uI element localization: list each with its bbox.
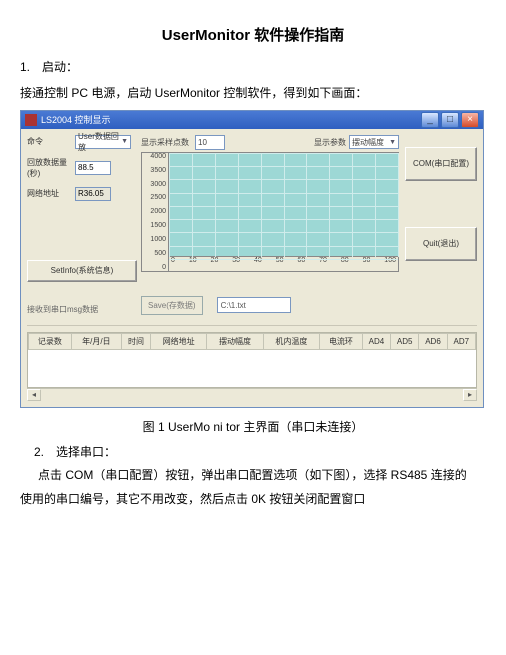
grid-line-v (329, 153, 330, 257)
y-tick: 500 (154, 250, 166, 257)
chevron-down-icon: ▼ (389, 139, 396, 146)
doc-title: UserMonitor 软件操作指南 (0, 24, 506, 45)
step2-header: 2. 选择串口： (34, 443, 486, 460)
chart-panel: 显示采样点数 10 显示参数 摆动幅度 ▼ 4000 3500 3000 2500 20… (141, 135, 399, 315)
y-tick: 2000 (150, 208, 166, 215)
chart-plot: 0102030405060708090100 (169, 153, 398, 271)
grid-line-v (352, 153, 353, 257)
scroll-right-button[interactable]: ▸ (463, 389, 477, 401)
playback-count-input[interactable] (75, 161, 111, 175)
grid-line-v (375, 153, 376, 257)
display-param-value: 摆动幅度 (352, 137, 384, 148)
quit-button[interactable]: Quit(退出) (405, 227, 477, 261)
table-header-cell: AD6 (419, 333, 447, 349)
samples-value: 10 (198, 138, 207, 147)
scroll-left-button[interactable]: ◂ (27, 389, 41, 401)
grid-line-v (284, 153, 285, 257)
window-title: LS2004 控制显示 (41, 113, 111, 126)
grid-line-v (169, 153, 170, 257)
table-header-cell: AD5 (391, 333, 419, 349)
y-tick: 1000 (150, 236, 166, 243)
data-table-wrapper: 记录数年/月/日时间网络地址摆动幅度机内温度电流环AD4AD5AD6AD7 (27, 332, 477, 388)
com-config-button[interactable]: COM(串口配置) (405, 147, 477, 181)
save-path-input[interactable]: C:\1.txt (217, 297, 291, 313)
figure1-caption: 图 1 UserMo ni tor 主界面（串口未连接） (0, 418, 506, 435)
step2-text-line1: 点击 COM（串口配置）按钮，弹出串口配置选项（如下图），选择 RS485 连接… (20, 466, 486, 483)
grid-line-v (215, 153, 216, 257)
grid-line-v (398, 153, 399, 257)
y-tick: 4000 (150, 153, 166, 160)
display-param-select[interactable]: 摆动幅度 ▼ (349, 135, 399, 149)
grid-line-h (169, 259, 398, 260)
table-header-cell: 记录数 (29, 333, 72, 349)
command-select[interactable]: User数据回放 ▼ (75, 135, 131, 149)
table-header-cell: 摆动幅度 (207, 333, 263, 349)
y-tick: 1500 (150, 222, 166, 229)
step1-text: 接通控制 PC 电源，启动 UserMonitor 控制软件，得到如下画面： (20, 83, 486, 103)
net-address-input[interactable] (75, 187, 111, 201)
table-header-cell: 电流环 (320, 333, 363, 349)
maximize-button[interactable]: □ (441, 112, 459, 128)
separator (27, 325, 477, 326)
setinfo-button[interactable]: SetInfo(系统信息) (27, 260, 137, 282)
table-header-cell: 网络地址 (151, 333, 207, 349)
grid-line-v (306, 153, 307, 257)
step2-text-line2: 使用的串口编号，其它不用改变，然后点击 0K 按钮关闭配置窗口 (20, 489, 486, 509)
display-param-label: 显示参数 (314, 137, 346, 148)
app-icon (25, 114, 37, 126)
right-panel: COM(串口配置) Quit(退出) (405, 135, 477, 315)
minimize-button[interactable]: _ (421, 112, 439, 128)
net-address-label: 网络地址 (27, 188, 71, 199)
chevron-down-icon: ▼ (121, 138, 128, 145)
table-header-row: 记录数年/月/日时间网络地址摆动幅度机内温度电流环AD4AD5AD6AD7 (29, 333, 476, 349)
grid-line-v (192, 153, 193, 257)
table-header-cell: 时间 (121, 333, 150, 349)
save-button[interactable]: Save(存数据) (141, 296, 203, 315)
titlebar[interactable]: LS2004 控制显示 _ □ × (21, 111, 483, 129)
close-button[interactable]: × (461, 112, 479, 128)
command-label: 命令 (27, 136, 71, 147)
table-header-cell: AD4 (362, 333, 390, 349)
step1-header: 1. 启动： (20, 57, 486, 77)
y-tick: 0 (162, 264, 166, 271)
app-window: LS2004 控制显示 _ □ × 命令 User数据回放 ▼ 回放数据量(秒) (20, 110, 484, 408)
table-header-cell: 机内温度 (263, 333, 319, 349)
y-tick: 3500 (150, 167, 166, 174)
samples-label: 显示采样点数 (141, 137, 189, 148)
recv-msg-label: 接收到串口msg数据 (27, 304, 135, 315)
grid-line-v (261, 153, 262, 257)
y-tick: 3000 (150, 181, 166, 188)
samples-spinner[interactable]: 10 (195, 135, 225, 150)
chart-area: 4000 3500 3000 2500 2000 1500 1000 500 0 0102030… (141, 152, 399, 272)
playback-count-label: 回放数据量(秒) (27, 157, 71, 179)
left-panel: 命令 User数据回放 ▼ 回放数据量(秒) 网络地址 SetInfo(系统信息… (27, 135, 135, 315)
y-tick: 2500 (150, 194, 166, 201)
command-select-value: User数据回放 (78, 131, 121, 153)
table-header-cell: 年/月/日 (71, 333, 121, 349)
data-table: 记录数年/月/日时间网络地址摆动幅度机内温度电流环AD4AD5AD6AD7 (28, 333, 476, 350)
table-header-cell: AD7 (447, 333, 475, 349)
scroll-track[interactable] (41, 389, 463, 401)
horizontal-scrollbar[interactable]: ◂ ▸ (27, 388, 477, 401)
chart-y-axis: 4000 3500 3000 2500 2000 1500 1000 500 0 (142, 153, 169, 271)
grid-line-v (238, 153, 239, 257)
